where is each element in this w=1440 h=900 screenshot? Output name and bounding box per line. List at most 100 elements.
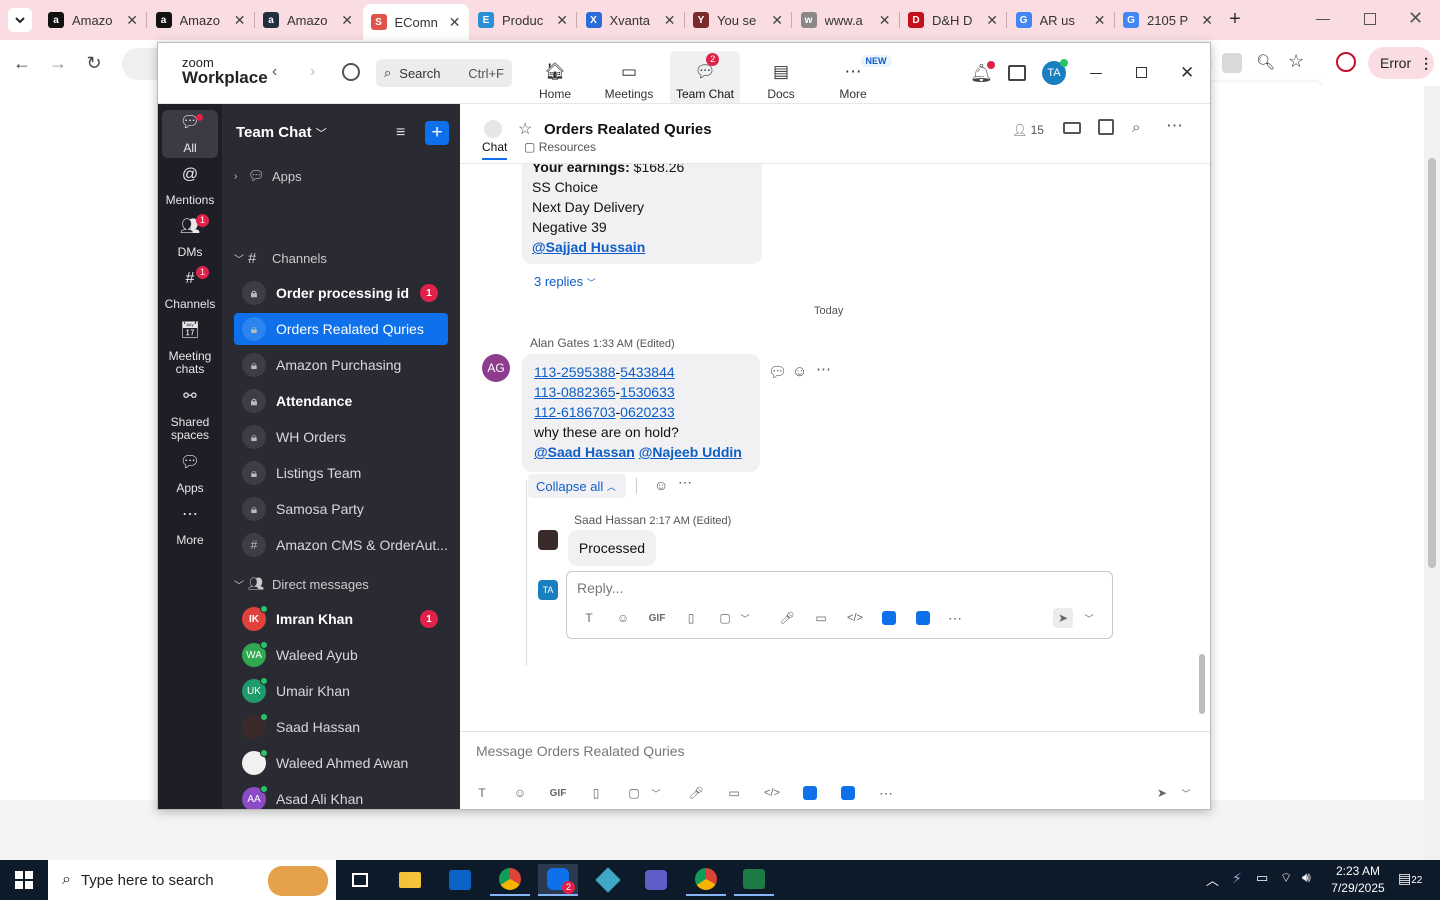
tab-close-icon[interactable]: ✕ (1094, 12, 1106, 29)
zoom-button[interactable]: 2 (538, 864, 578, 896)
more-tools-icon[interactable]: ⋯ (876, 783, 896, 803)
replies-link[interactable]: 3 replies ﹀ (534, 274, 596, 289)
channel-item[interactable]: 🔒︎ Attendance (234, 385, 448, 417)
zoom-out-icon[interactable]: 🔍︎ (1256, 53, 1275, 71)
order-link[interactable]: 113-2595388 (534, 364, 615, 380)
page-scrollbar[interactable] (1424, 86, 1440, 860)
rail-item-mentions[interactable]: @ Mentions (162, 162, 218, 210)
rail-item-shared-spaces[interactable]: ⚯ Shared spaces (162, 384, 218, 446)
gif-icon[interactable]: GIF (548, 783, 568, 803)
history-icon[interactable] (342, 63, 360, 81)
microphone-icon[interactable]: 🎤︎ (686, 783, 706, 803)
order-link[interactable]: 113-0882365 (534, 384, 615, 400)
nav-tab-docs[interactable]: ▤ Docs (746, 51, 816, 103)
dm-item[interactable]: Saad Hassan (234, 711, 448, 743)
reply-input-box[interactable]: Reply... T ☺ GIF ▯ ▢ ﹀ 🎤︎ ▭ </> ⋯ ➤ ﹀ (566, 571, 1113, 639)
tray-app-icon[interactable]: ⚡︎ (1232, 870, 1242, 887)
tab-close-icon[interactable]: ✕ (556, 12, 568, 29)
page-zoom-icon[interactable] (1222, 53, 1242, 73)
channel-item[interactable]: 🔒︎ Samosa Party (234, 493, 448, 525)
dm-section[interactable]: ﹀ 👥︎ Direct messages (234, 576, 369, 592)
network-icon[interactable]: ▭ (1256, 870, 1268, 886)
screenshot-icon[interactable]: ▢ (715, 608, 735, 628)
code-snippet-icon[interactable]: </> (845, 608, 865, 628)
message-more-icon[interactable]: ⋯ (816, 360, 831, 378)
channel-item[interactable]: 🔒︎ Listings Team (234, 457, 448, 489)
rail-item-all[interactable]: 💬︎ All (162, 110, 218, 158)
calendar-icon[interactable] (1098, 119, 1114, 135)
user-avatar[interactable]: TA (1042, 59, 1068, 85)
chevron-down-icon[interactable]: ﹀ (735, 608, 755, 628)
new-tab-button[interactable]: + (1224, 8, 1246, 30)
rail-item-channels[interactable]: #1 Channels (162, 266, 218, 314)
browser-tab[interactable]: X Xvanta ✕ (578, 4, 684, 36)
error-button[interactable]: Error ⋮ (1368, 47, 1434, 79)
compose-button[interactable]: + (425, 121, 449, 145)
app-icon[interactable] (800, 783, 820, 803)
sender-avatar[interactable]: AG (482, 354, 510, 382)
browser-tab[interactable]: S EComn ✕ (362, 4, 469, 40)
channel-item[interactable]: 🔒︎ Order processing id 1 (234, 277, 448, 309)
app-icon[interactable] (913, 608, 933, 628)
more-options-icon[interactable]: ⋯ (1166, 116, 1183, 136)
video-icon[interactable] (1063, 122, 1081, 134)
channel-item[interactable]: 🔒︎ Orders Realated Quries (234, 313, 448, 345)
tab-chat[interactable]: Chat (482, 140, 508, 160)
volume-icon[interactable]: 🔊︎ (1302, 869, 1311, 886)
wifi-icon[interactable]: ⌔ (1280, 870, 1292, 886)
order-link[interactable]: 5433844 (620, 364, 675, 380)
code-snippet-icon[interactable]: </> (762, 783, 782, 803)
close-browser-button[interactable]: ✕ (1408, 8, 1423, 29)
forward-button[interactable]: → (46, 51, 70, 75)
order-link[interactable]: 112-6186703 (534, 404, 615, 420)
channel-title[interactable]: Orders Realated Quries (544, 121, 712, 138)
emoji-icon[interactable]: ☺ (613, 608, 633, 628)
tray-chevron-icon[interactable]: ︿ (1206, 870, 1219, 889)
dm-item[interactable]: UK Umair Khan (234, 675, 448, 707)
chrome-profile-button[interactable] (686, 864, 726, 896)
tab-close-icon[interactable]: ✕ (771, 12, 783, 29)
channel-item[interactable]: # Amazon CMS & OrderAut... (234, 529, 448, 561)
tab-close-icon[interactable]: ✕ (126, 12, 138, 29)
tab-close-icon[interactable]: ✕ (1201, 12, 1213, 29)
thread-more-icon[interactable]: ⋯ (678, 474, 692, 491)
browser-tab[interactable]: a Amazo ✕ (148, 4, 254, 36)
screenshot-icon[interactable]: ▢ (624, 783, 644, 803)
clock[interactable]: 2:23 AM 7/29/2025 (1326, 863, 1390, 897)
notifications-icon[interactable]: 🔔︎ (970, 61, 995, 84)
reply-avatar[interactable] (538, 530, 558, 550)
file-icon[interactable]: ▯ (586, 783, 606, 803)
file-explorer-button[interactable] (390, 864, 430, 896)
whats-new-icon[interactable] (1008, 65, 1026, 81)
browser-tab[interactable]: a Amazo ✕ (255, 4, 361, 36)
rail-item-dms[interactable]: 👥︎ 1 DMs (162, 214, 218, 262)
members-button[interactable]: 👤︎ 15 (1012, 123, 1044, 137)
more-tools-icon[interactable]: ⋯ (945, 608, 965, 628)
microphone-icon[interactable]: 🎤︎ (777, 608, 797, 628)
task-view-button[interactable] (340, 864, 380, 896)
message-composer[interactable]: Message Orders Realated Quries (476, 743, 685, 759)
reply-sender[interactable]: Saad Hassan (574, 513, 646, 527)
rail-item-apps[interactable]: 💬︎ Apps (162, 450, 218, 498)
gif-icon[interactable]: GIF (647, 608, 667, 628)
outlook-button[interactable] (440, 864, 480, 896)
tab-close-icon[interactable]: ✕ (664, 12, 676, 29)
thread-reaction-icon[interactable]: ☺ (654, 477, 668, 493)
app-icon[interactable] (838, 783, 858, 803)
chevron-down-icon[interactable]: ﹀ (1176, 783, 1196, 803)
reload-button[interactable]: ↻ (82, 51, 106, 75)
app-button[interactable] (588, 864, 628, 896)
tab-close-icon[interactable]: ✕ (879, 12, 891, 29)
bookmark-star-icon[interactable]: ☆ (1288, 51, 1304, 72)
order-link[interactable]: 1530633 (620, 384, 675, 400)
chrome-button[interactable] (490, 864, 530, 896)
send-icon[interactable]: ➤ (1152, 783, 1172, 803)
mention-link[interactable]: @Sajjad Hussain (532, 237, 684, 257)
apps-section[interactable]: › 💬︎ Apps (234, 168, 302, 184)
tab-close-icon[interactable]: ✕ (341, 12, 353, 29)
tab-close-icon[interactable]: ✕ (449, 14, 461, 31)
zoom-maximize-button[interactable] (1136, 67, 1147, 78)
order-link[interactable]: 0620233 (620, 404, 675, 420)
forward-arrow-icon[interactable]: › (310, 63, 315, 81)
dm-item[interactable]: IK Imran Khan 1 (234, 603, 448, 635)
